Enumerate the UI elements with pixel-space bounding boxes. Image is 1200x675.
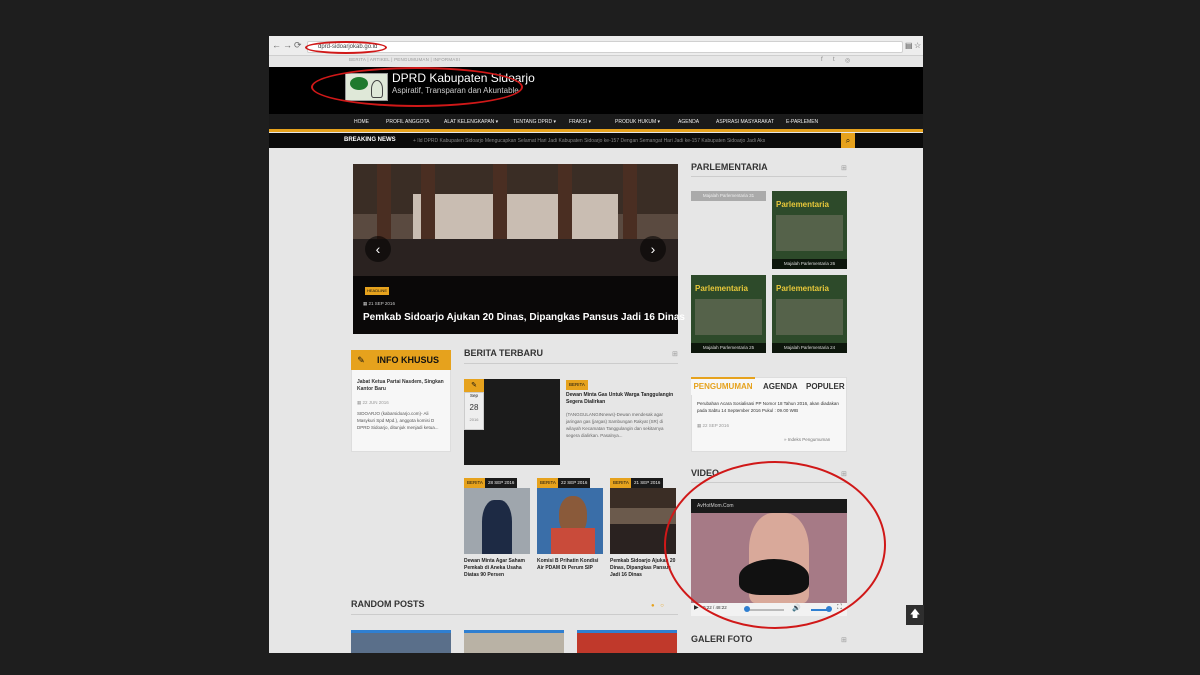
breaking-news-label: BREAKING NEWS: [344, 137, 396, 143]
grid-icon: ⊞: [841, 471, 847, 478]
menu-item-profil-anggota[interactable]: PROFIL ANGGOTA: [386, 119, 430, 125]
category-tag[interactable]: BERITA: [566, 380, 588, 390]
announcement-title[interactable]: Perubahan Acara Sosialisasi PP Nomor 18 …: [697, 400, 842, 414]
announcement-date: ▦ 22 SEP 2016: [697, 423, 729, 428]
menu-item-tentang-dprd[interactable]: TENTANG DPRD ▾: [513, 119, 556, 125]
menu-item-e-parlemen[interactable]: E-PARLEMEN: [786, 119, 818, 125]
category-tag[interactable]: BERITA: [610, 478, 632, 488]
instagram-icon[interactable]: ◎: [845, 57, 850, 64]
grid-icon: ⊞: [672, 351, 678, 358]
info-khusus-label: INFO KHUSUS: [371, 350, 451, 370]
magazine-caption: Majalah Parlementaria 25: [691, 343, 766, 353]
breaking-news-ticker[interactable]: + Ild DPRD Kabupaten Sidoarjo Mengucapka…: [413, 138, 833, 144]
reload-icon[interactable]: ⟳: [294, 40, 302, 51]
page-icon[interactable]: ▤: [905, 41, 913, 51]
random-post-thumbnail[interactable]: [351, 630, 451, 653]
headline-tag[interactable]: HEADLINE: [365, 287, 389, 295]
magazine-photo: [776, 299, 843, 335]
pencil-icon: ✎: [464, 379, 484, 392]
grid-icon: ⊞: [841, 165, 847, 172]
thumbnail-figure: [551, 528, 595, 554]
facebook-icon[interactable]: f: [821, 57, 823, 63]
menu-item-home[interactable]: HOME: [354, 119, 369, 125]
parlementaria-heading: PARLEMENTARIA: [691, 162, 768, 172]
info-khusus-excerpt: SIDOARJO (kabarsidoarjo.com)- Ali Masyku…: [357, 411, 439, 430]
forward-icon[interactable]: →: [283, 40, 292, 51]
berita-main-title[interactable]: Dewan Minta Gas Untuk Warga Tanggulangin…: [566, 392, 676, 406]
magazine-placeholder[interactable]: Majalah Parlementaria 31: [691, 191, 766, 201]
magazine-cover[interactable]: Parlementaria Majalah Parlementaria 24: [772, 275, 847, 353]
magazine-title: Parlementaria: [695, 284, 748, 293]
annotation-circle-url: [305, 41, 387, 54]
menu-item-fraksi[interactable]: FRAKSI ▾: [569, 119, 591, 125]
tab-agenda[interactable]: AGENDA: [763, 379, 798, 395]
bookmark-star-icon[interactable]: ☆: [914, 41, 921, 51]
heading-divider: [464, 363, 678, 364]
annotation-circle-header: [311, 67, 523, 107]
date-day: 28: [469, 403, 479, 412]
menu-item-alat-kelengkapan[interactable]: ALAT KELENGKAPAN ▾: [444, 119, 498, 125]
search-icon[interactable]: ⌕: [841, 133, 855, 148]
magazine-cover[interactable]: Parlementaria Majalah Parlementaria 25: [691, 275, 766, 353]
annotation-circle-video: [664, 461, 886, 629]
thumbnail-figure: [482, 500, 512, 554]
thumbnail-date: 28 SEP 2016: [485, 478, 518, 488]
random-posts-heading: RANDOM POSTS: [351, 599, 425, 609]
magazine-photo: [776, 215, 843, 251]
headline-title[interactable]: Pemkab Sidoarjo Ajukan 20 Dinas, Dipangk…: [363, 312, 685, 323]
slider-caption-overlay: [353, 276, 678, 334]
random-post-thumbnail[interactable]: [464, 630, 564, 653]
thumbnail-figure: [610, 488, 676, 508]
date-month: Sep: [469, 393, 478, 398]
menu-item-agenda[interactable]: AGENDA: [678, 119, 699, 125]
top-links[interactable]: BERITA | ARTIKEL | PENGUMUMAN | INFORMAS…: [349, 57, 460, 62]
announcement-index-link[interactable]: » Indeks Pengumuman: [784, 437, 830, 442]
pencil-icon: ✎: [351, 350, 371, 370]
slider-prev-icon[interactable]: ‹: [365, 236, 391, 262]
magazine-title: Parlementaria: [776, 284, 829, 293]
date-year: 2016: [469, 417, 479, 422]
magazine-caption: Majalah Parlementaria 26: [772, 259, 847, 269]
twitter-icon[interactable]: t: [833, 57, 835, 63]
address-bar[interactable]: [307, 41, 903, 53]
news-title[interactable]: Dewan Minta Agar Saham Pemkab di Aneka U…: [464, 558, 532, 579]
random-post-thumbnail[interactable]: [577, 630, 677, 653]
back-icon[interactable]: ←: [272, 40, 281, 51]
magazine-photo: [695, 299, 762, 335]
galeri-foto-heading: GALERI FOTO: [691, 634, 753, 644]
thumbnail-date: 21 SEP 2016: [631, 478, 664, 488]
magazine-cover[interactable]: Parlementaria Majalah Parlementaria 26: [772, 191, 847, 269]
category-tag[interactable]: BERITA: [464, 478, 486, 488]
news-thumbnail[interactable]: [537, 488, 603, 554]
tab-populer[interactable]: POPULER: [806, 379, 845, 395]
info-khusus-title[interactable]: Jabat Ketua Partai Nasdem, Singkan Kanto…: [357, 379, 447, 393]
news-thumbnail[interactable]: [464, 488, 530, 554]
menu-item-aspirasi-masyarakat[interactable]: ASPIRASI MASYARAKAT: [716, 119, 774, 125]
tab-pengumuman[interactable]: PENGUMUMAN: [691, 377, 755, 395]
heading-divider: [691, 176, 847, 177]
slider-next-icon[interactable]: ›: [640, 236, 666, 262]
heading-divider: [351, 614, 678, 615]
headline-slider[interactable]: ‹ ›: [353, 164, 678, 334]
grid-icon: ⊞: [841, 637, 847, 644]
carousel-dots[interactable]: ● ○: [651, 603, 666, 609]
magazine-caption: Majalah Parlementaria 24: [772, 343, 847, 353]
berita-terbaru-heading: BERITA TERBARU: [464, 348, 543, 358]
scroll-to-top-icon[interactable]: 🡅: [906, 605, 924, 625]
berita-main-excerpt: (TANGGULANGINnews)-Dewan mendesak agar j…: [566, 412, 664, 438]
category-tag[interactable]: BERITA: [537, 478, 559, 488]
magazine-title: Parlementaria: [776, 200, 829, 209]
thumbnail-date: 22 SEP 2016: [558, 478, 591, 488]
slider-photo-stage: [413, 194, 618, 239]
menu-item-produk-hukum[interactable]: PRODUK HUKUM ▾: [615, 119, 660, 125]
info-khusus-date: ▦ 22 JUN 2016: [357, 400, 389, 405]
news-title[interactable]: Komisi B Prihatin Kondisi Air PDAM Di Pe…: [537, 558, 605, 572]
headline-date: ▦ 21 SEP 2016: [363, 301, 395, 306]
